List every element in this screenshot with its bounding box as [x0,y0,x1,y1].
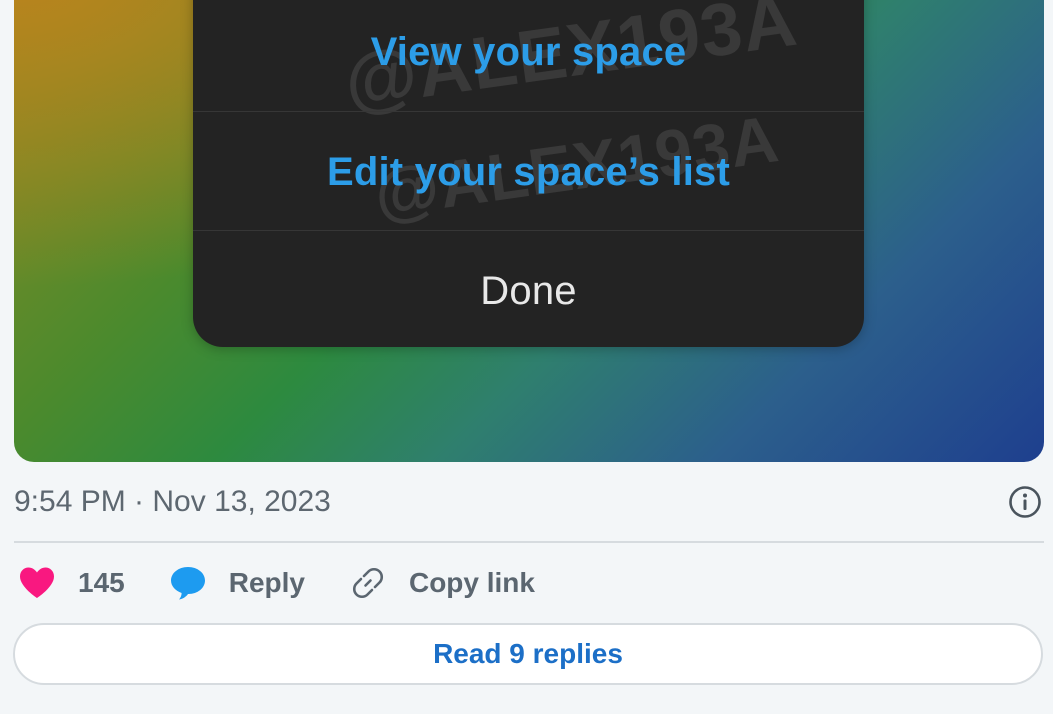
view-your-space-button[interactable]: View your space [193,0,864,112]
reply-label: Reply [228,567,305,598]
read-replies-label: Read 9 replies [433,638,623,669]
link-icon [352,567,384,599]
copy-link-label: Copy link [408,567,535,598]
info-icon[interactable] [1008,485,1042,519]
heart-icon [20,567,54,598]
done-label: Done [480,268,577,313]
tweet-media-image[interactable]: @ALEX193A @ALEX193A View your space Edit… [14,0,1044,462]
edit-space-list-button[interactable]: Edit your space’s list [193,111,864,232]
done-button[interactable]: Done [193,230,864,347]
view-your-space-label: View your space [370,29,687,74]
tweet-card: @ALEX193A @ALEX193A View your space Edit… [0,0,1053,714]
speech-bubble-icon [170,567,205,600]
like-button[interactable]: 145 [18,566,125,600]
timestamp-row: 9:54 PM · Nov 13, 2023 [14,478,1044,526]
action-sheet: @ALEX193A @ALEX193A View your space Edit… [193,0,864,347]
like-count: 145 [78,567,125,598]
read-replies-button[interactable]: Read 9 replies [13,623,1043,685]
tweet-timestamp[interactable]: 9:54 PM · Nov 13, 2023 [14,485,331,519]
tweet-actions: 145 Reply Copy link [18,560,579,606]
divider [14,541,1044,543]
reply-button[interactable]: Reply [169,565,305,601]
edit-space-list-label: Edit your space’s list [326,149,731,194]
copy-link-button[interactable]: Copy link [349,564,535,602]
